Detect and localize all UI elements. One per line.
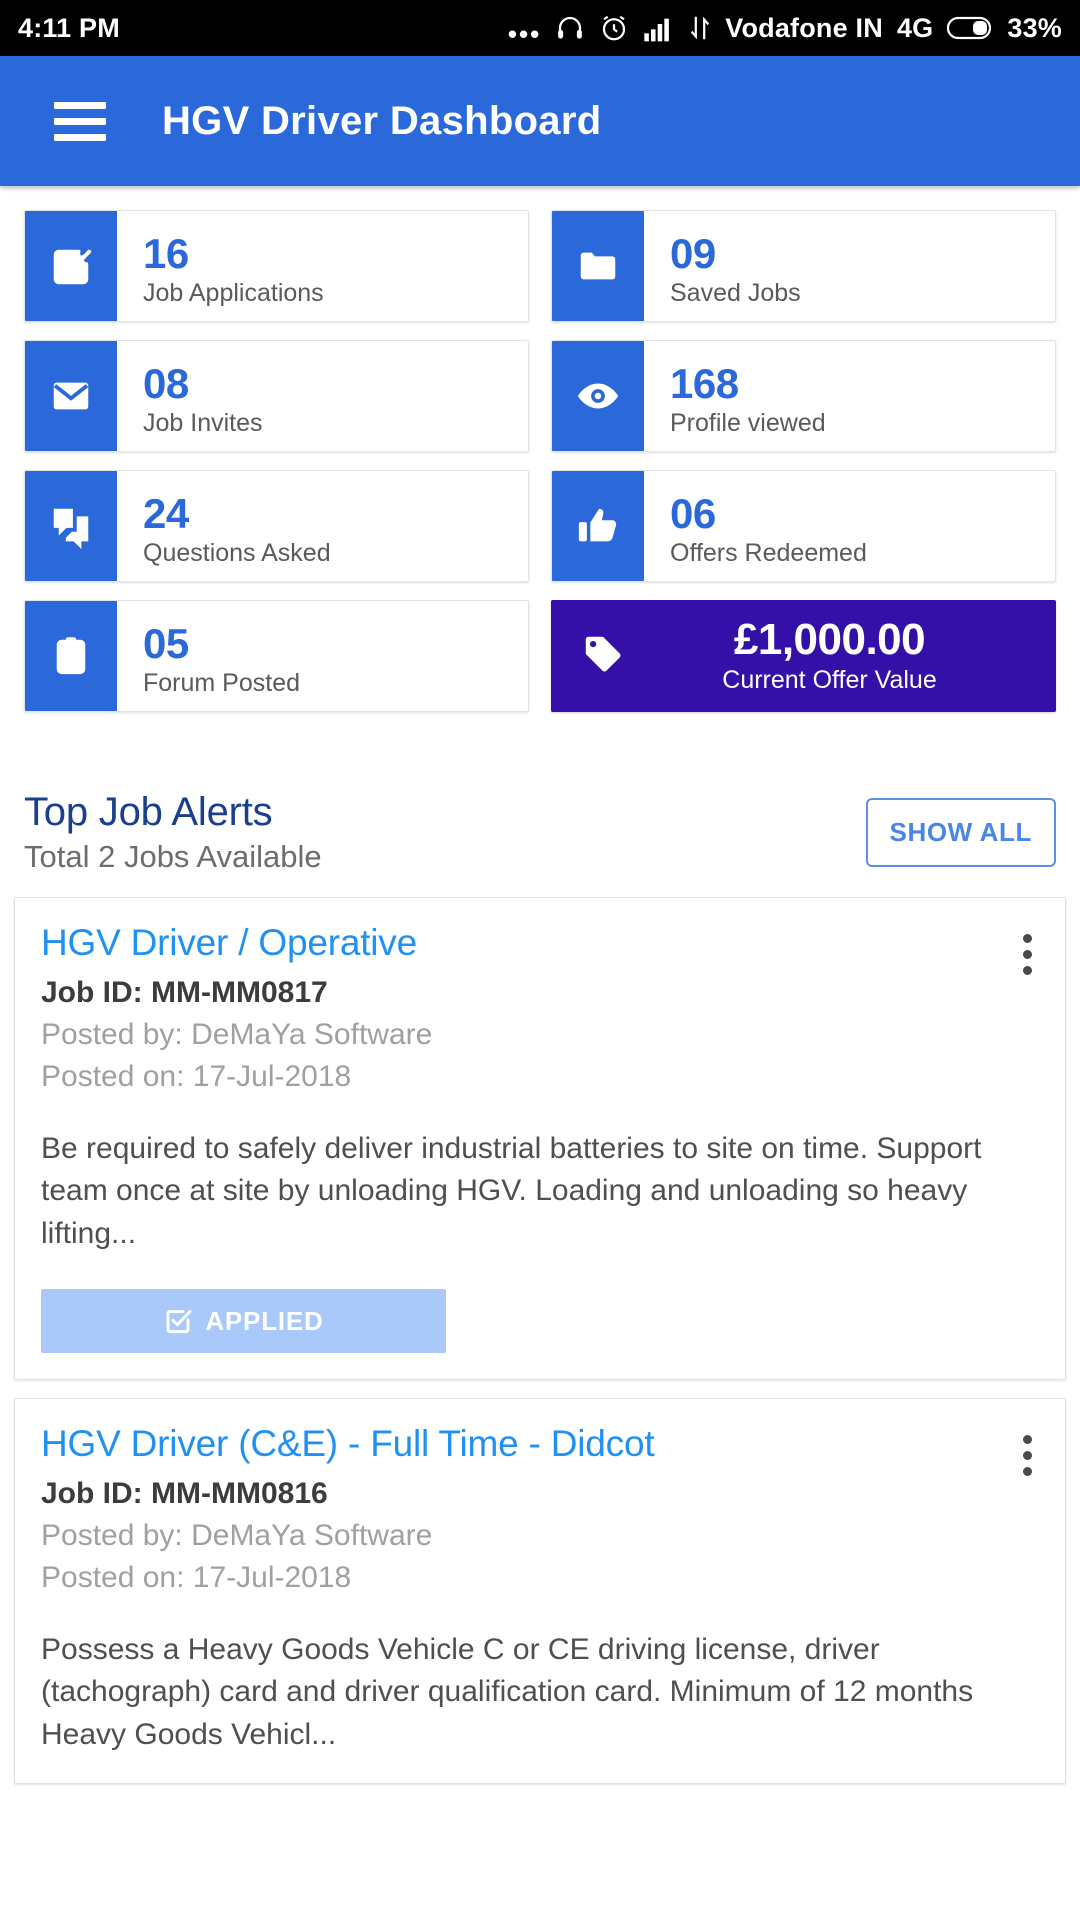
stat-card-forum-posted[interactable]: 05 Forum Posted <box>24 600 529 712</box>
stat-value: 06 <box>670 490 716 538</box>
stat-label: Job Applications <box>143 278 324 307</box>
stat-body: 168 Profile viewed <box>644 341 1055 451</box>
offer-caption: Current Offer Value <box>722 665 937 694</box>
top-job-alerts-header: Top Job Alerts Total 2 Jobs Available SH… <box>0 712 1080 875</box>
job-title[interactable]: HGV Driver (C&E) - Full Time - Didcot <box>41 1423 1039 1466</box>
stat-value: 168 <box>670 360 739 408</box>
chat-bubbles-icon <box>25 471 117 581</box>
checkbox-checked-icon <box>25 211 117 321</box>
stat-label: Saved Jobs <box>670 278 801 307</box>
offer-amount: £1,000.00 <box>733 615 926 665</box>
stat-card-questions-asked[interactable]: 24 Questions Asked <box>24 470 529 582</box>
section-subtitle: Total 2 Jobs Available <box>24 839 322 874</box>
stat-card-job-invites[interactable]: 08 Job Invites <box>24 340 529 452</box>
price-tag-icon <box>581 632 625 681</box>
stat-value: 09 <box>670 230 716 278</box>
job-posted-on: Posted on: 17-Jul-2018 <box>41 1059 352 1093</box>
stat-value: 24 <box>143 490 189 538</box>
job-posted-by: Posted by: DeMaYa Software <box>41 1017 433 1051</box>
stats-grid: 16 Job Applications 09 Saved Jobs 08 Job… <box>24 186 1056 712</box>
checkbox-checked-icon <box>166 1310 192 1334</box>
job-posted-by: Posted by: DeMaYa Software <box>41 1518 433 1552</box>
job-posted-on: Posted on: 17-Jul-2018 <box>41 1560 352 1594</box>
app-bar: HGV Driver Dashboard <box>0 56 1080 186</box>
stat-value: 08 <box>143 360 189 408</box>
job-card[interactable]: HGV Driver (C&E) - Full Time - Didcot Jo… <box>14 1398 1066 1784</box>
applied-button-label: APPLIED <box>205 1305 324 1336</box>
stat-body: 06 Offers Redeemed <box>644 471 1055 581</box>
section-title: Top Job Alerts <box>24 790 273 834</box>
kebab-menu-icon[interactable] <box>1023 1435 1033 1477</box>
dashboard-content: 16 Job Applications 09 Saved Jobs 08 Job… <box>0 186 1080 712</box>
more-dots-icon: ••• <box>507 19 542 49</box>
status-bar-icons: ••• Vodafone IN 4G 33% <box>507 12 1062 49</box>
stat-card-offers-redeemed[interactable]: 06 Offers Redeemed <box>551 470 1056 582</box>
stat-card-job-applications[interactable]: 16 Job Applications <box>24 210 529 322</box>
thumbs-up-icon <box>552 471 644 581</box>
stat-label: Questions Asked <box>143 538 331 567</box>
show-all-button[interactable]: SHOW ALL <box>865 798 1056 867</box>
battery-percent: 33% <box>1007 12 1062 43</box>
kebab-menu-icon[interactable] <box>1023 934 1033 975</box>
job-description: Possess a Heavy Goods Vehicle C or CE dr… <box>41 1632 974 1752</box>
clipboard-icon <box>25 601 117 711</box>
data-transfer-icon <box>689 14 711 42</box>
job-id: Job ID: MM-MM0817 <box>41 975 328 1009</box>
headphones-icon <box>555 13 585 43</box>
battery-icon <box>947 15 993 41</box>
stat-card-profile-viewed[interactable]: 168 Profile viewed <box>551 340 1056 452</box>
stat-body: 16 Job Applications <box>117 211 528 321</box>
alarm-clock-icon <box>599 13 629 43</box>
stat-value: 05 <box>143 620 189 668</box>
stat-body: 09 Saved Jobs <box>644 211 1055 321</box>
stat-body: 08 Job Invites <box>117 341 528 451</box>
applied-button[interactable]: APPLIED <box>41 1289 446 1354</box>
stat-value: 16 <box>143 230 189 278</box>
section-titles: Top Job Alerts Total 2 Jobs Available <box>24 790 866 875</box>
job-title[interactable]: HGV Driver / Operative <box>41 922 1039 965</box>
job-id: Job ID: MM-MM0816 <box>41 1476 328 1510</box>
envelope-icon <box>25 341 117 451</box>
stat-label: Forum Posted <box>143 668 301 697</box>
hamburger-menu-icon[interactable] <box>54 101 106 141</box>
status-bar-carrier: Vodafone IN <box>725 12 883 43</box>
offer-value-card[interactable]: £1,000.00 Current Offer Value <box>551 600 1056 712</box>
stat-body: 05 Forum Posted <box>117 601 528 711</box>
page-title: HGV Driver Dashboard <box>162 98 602 143</box>
stat-label: Offers Redeemed <box>670 538 867 567</box>
job-alerts-list: HGV Driver / Operative Job ID: MM-MM0817… <box>0 875 1080 1784</box>
stat-label: Profile viewed <box>670 408 826 437</box>
offer-text: £1,000.00 Current Offer Value <box>625 617 1056 694</box>
eye-icon <box>552 341 644 451</box>
status-bar-network: 4G <box>896 12 934 43</box>
job-card[interactable]: HGV Driver / Operative Job ID: MM-MM0817… <box>14 897 1066 1381</box>
status-bar-time: 4:11 PM <box>18 12 120 43</box>
job-description: Be required to safely deliver industrial… <box>41 1131 982 1250</box>
stat-card-saved-jobs[interactable]: 09 Saved Jobs <box>551 210 1056 322</box>
signal-bars-icon <box>643 14 675 42</box>
stat-label: Job Invites <box>143 408 263 437</box>
folder-icon <box>552 211 644 321</box>
status-bar: 4:11 PM ••• Vodafone IN 4G 33% <box>0 0 1080 56</box>
stat-body: 24 Questions Asked <box>117 471 528 581</box>
